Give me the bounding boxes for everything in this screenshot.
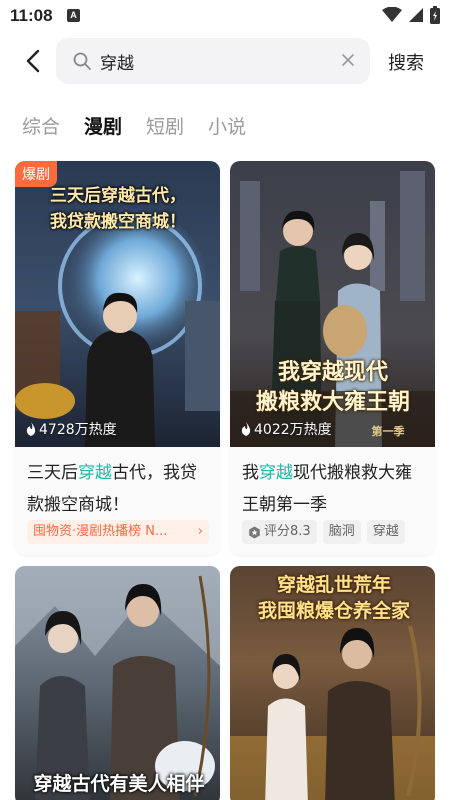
search-icon xyxy=(73,52,91,70)
result-card[interactable]: 我穿越现代 搬粮救大雍王朝 第一季 4022万热度 我穿越现代搬粮救大雍王朝第一… xyxy=(230,161,435,555)
cover-title-line: 我囤粮爆仓养全家 xyxy=(257,600,410,622)
clear-icon[interactable] xyxy=(340,52,356,68)
cover-title-line: 穿越乱世荒年 xyxy=(276,574,391,596)
card-title: 三天后穿越古代，我贷款搬空商城！ xyxy=(27,457,212,521)
heat-count: 4728万热度 xyxy=(25,419,117,439)
rating-chip: 评分8.3 xyxy=(242,520,317,544)
cover-image: 我穿越现代 搬粮救大雍王朝 第一季 xyxy=(230,161,435,447)
title-text: 我 xyxy=(242,463,259,483)
search-row: 搜索 xyxy=(0,38,450,84)
tag-chip[interactable]: 穿越 xyxy=(366,520,405,544)
card-title: 我穿越现代搬粮救大雍王朝第一季 xyxy=(242,457,427,521)
chevron-left-icon xyxy=(26,49,40,73)
status-icons xyxy=(382,6,440,24)
cover-image: 穿越古代有美人相伴 xyxy=(15,566,220,800)
result-card[interactable]: 穿越古代有美人相伴 xyxy=(15,566,220,800)
category-tabs: 综合 漫剧 短剧 小说 xyxy=(22,112,270,139)
search-input[interactable] xyxy=(100,49,320,73)
wifi-icon xyxy=(382,7,402,22)
cover-subtitle: 第一季 xyxy=(371,425,405,438)
title-highlight: 穿越 xyxy=(78,463,112,483)
heat-text: 4022万热度 xyxy=(254,422,332,438)
status-time: 11:08 xyxy=(10,6,53,25)
tab-novel[interactable]: 小说 xyxy=(208,112,246,139)
rank-tag[interactable]: 囤物资·漫剧热播榜 N... › xyxy=(27,520,209,544)
cover-title: 穿越乱世荒年 我囤粮爆仓养全家 xyxy=(236,572,432,624)
cover-title: 三天后穿越古代， 我贷款搬空商城！ xyxy=(23,183,213,235)
tab-comprehensive[interactable]: 综合 xyxy=(22,112,60,139)
cover-image: 三天后穿越古代， 我贷款搬空商城！ xyxy=(15,161,220,447)
signal-icon xyxy=(409,8,423,22)
tab-comic-drama[interactable]: 漫剧 xyxy=(84,112,122,139)
cover-title-line: 穿越古代有美人相伴 xyxy=(33,773,205,795)
title-highlight: 穿越 xyxy=(259,463,293,483)
battery-icon xyxy=(430,6,440,24)
result-card[interactable]: 穿越乱世荒年 我囤粮爆仓养全家 xyxy=(230,566,435,800)
flame-icon xyxy=(241,422,251,436)
cover-title-line: 三天后穿越古代， xyxy=(50,186,186,206)
meta-row: 评分8.3 脑洞 穿越 xyxy=(242,520,405,544)
rating-icon xyxy=(249,526,260,538)
flame-icon xyxy=(26,422,36,436)
result-card[interactable]: 三天后穿越古代， 我贷款搬空商城！ 爆剧 4728万热度 三天后穿越古代，我贷款… xyxy=(15,161,220,555)
search-box[interactable] xyxy=(56,38,370,84)
heat-count: 4022万热度 xyxy=(240,419,332,439)
heat-text: 4728万热度 xyxy=(39,422,117,438)
tag-chip[interactable]: 脑洞 xyxy=(322,520,361,544)
status-bar: 11:08 A xyxy=(0,0,450,32)
cover-title-line: 我穿越现代 xyxy=(277,359,388,385)
cover-title-line: 搬粮救大雍王朝 xyxy=(255,389,410,415)
rating-text: 评分8.3 xyxy=(264,524,311,539)
back-button[interactable] xyxy=(18,46,48,76)
title-text: 三天后 xyxy=(27,463,78,483)
cover-image: 穿越乱世荒年 我囤粮爆仓养全家 xyxy=(230,566,435,800)
chevron-right-icon: › xyxy=(197,524,203,539)
search-button[interactable]: 搜索 xyxy=(388,49,424,75)
notification-a-icon: A xyxy=(67,9,80,22)
tab-short-drama[interactable]: 短剧 xyxy=(146,112,184,139)
hot-badge: 爆剧 xyxy=(15,161,57,187)
cover-title: 我穿越现代 搬粮救大雍王朝 xyxy=(238,357,428,417)
cover-title: 穿越古代有美人相伴 xyxy=(21,771,217,797)
rank-tag-label: 囤物资·漫剧热播榜 N... xyxy=(33,524,168,539)
cover-title-line: 我贷款搬空商城！ xyxy=(50,212,186,232)
